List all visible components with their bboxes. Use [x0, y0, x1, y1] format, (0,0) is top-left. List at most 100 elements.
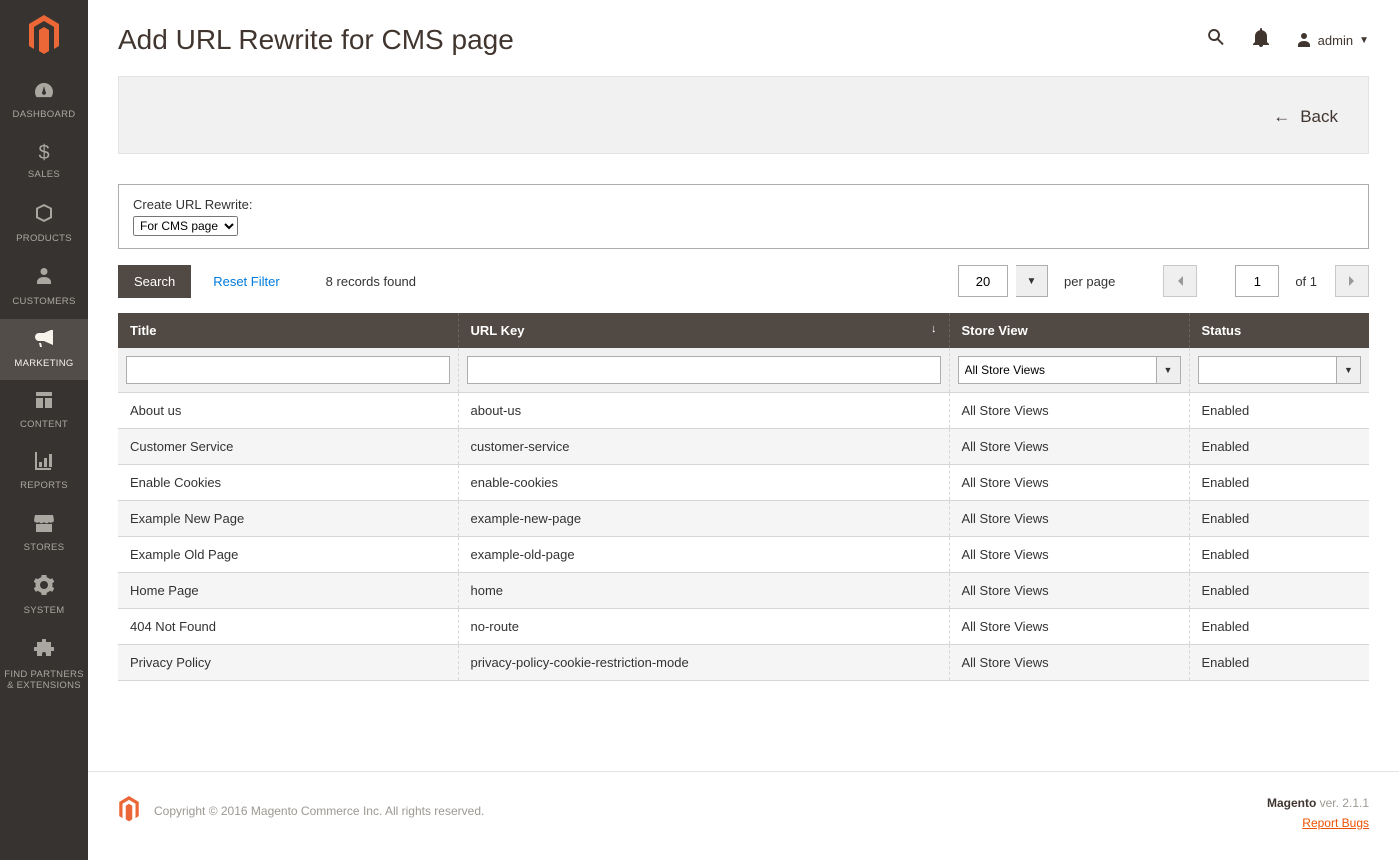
magento-logo-footer	[118, 796, 140, 825]
grid-toolbar: Search Reset Filter 8 records found ▼ pe…	[118, 263, 1369, 299]
table-row[interactable]: Home PagehomeAll Store ViewsEnabled	[118, 573, 1369, 609]
table-row[interactable]: Enable Cookiesenable-cookiesAll Store Vi…	[118, 465, 1369, 501]
caret-down-icon: ▼	[1157, 356, 1181, 384]
gear-icon	[34, 575, 54, 601]
cell-store-view: All Store Views	[949, 609, 1189, 645]
per-page-input[interactable]	[958, 265, 1008, 297]
nav-reports[interactable]: Reports	[0, 441, 88, 502]
chart-icon	[35, 452, 53, 476]
nav-label: Find Partners & Extensions	[4, 669, 84, 692]
layout-icon	[35, 391, 53, 415]
filter-title-input[interactable]	[126, 356, 450, 384]
nav-label: Reports	[20, 480, 68, 491]
cell-url-key: example-new-page	[458, 501, 949, 537]
cell-status: Enabled	[1189, 645, 1369, 681]
cell-status: Enabled	[1189, 573, 1369, 609]
cms-pages-grid: Title URL Key↓ Store View Status All Sto…	[118, 313, 1369, 681]
dollar-icon: $	[38, 142, 49, 165]
cell-status: Enabled	[1189, 393, 1369, 429]
cell-url-key: home	[458, 573, 949, 609]
store-icon	[34, 514, 54, 538]
cell-store-view: All Store Views	[949, 573, 1189, 609]
nav-stores[interactable]: Stores	[0, 503, 88, 564]
nav-customers[interactable]: Customers	[0, 255, 88, 318]
cell-store-view: All Store Views	[949, 537, 1189, 573]
box-icon	[34, 203, 54, 229]
filter-store-view-select[interactable]: All Store Views	[958, 356, 1157, 384]
cell-status: Enabled	[1189, 465, 1369, 501]
cell-status: Enabled	[1189, 429, 1369, 465]
per-page-dropdown[interactable]: ▼	[1016, 265, 1048, 297]
cell-url-key: about-us	[458, 393, 949, 429]
cell-store-view: All Store Views	[949, 501, 1189, 537]
arrow-left-icon: ←	[1273, 107, 1290, 127]
nav-label: Marketing	[14, 358, 73, 369]
cell-url-key: privacy-policy-cookie-restriction-mode	[458, 645, 949, 681]
cell-store-view: All Store Views	[949, 393, 1189, 429]
filter-row: All Store Views ▼ ▼	[118, 348, 1369, 393]
cell-status: Enabled	[1189, 537, 1369, 573]
sidebar: Dashboard $ Sales Products Customers Mar…	[0, 0, 88, 860]
cell-title: Example Old Page	[118, 537, 458, 573]
table-row[interactable]: 404 Not Foundno-routeAll Store ViewsEnab…	[118, 609, 1369, 645]
cell-url-key: no-route	[458, 609, 949, 645]
bell-icon[interactable]	[1252, 27, 1270, 53]
nav-label: Dashboard	[13, 109, 76, 120]
puzzle-icon	[34, 639, 54, 665]
back-button[interactable]: ← Back	[1273, 107, 1338, 127]
version-label: Magento	[1267, 796, 1316, 810]
cell-title: 404 Not Found	[118, 609, 458, 645]
records-found: 8 records found	[326, 274, 416, 289]
col-header-title[interactable]: Title	[118, 313, 458, 348]
nav-dashboard[interactable]: Dashboard	[0, 70, 88, 131]
reset-filter-link[interactable]: Reset Filter	[213, 274, 279, 289]
search-icon[interactable]	[1206, 27, 1226, 53]
nav-marketing[interactable]: Marketing	[0, 319, 88, 380]
cell-title: Home Page	[118, 573, 458, 609]
nav-label: System	[24, 605, 65, 616]
page-input[interactable]	[1235, 265, 1279, 297]
cell-status: Enabled	[1189, 501, 1369, 537]
nav-label: Stores	[24, 542, 65, 553]
table-row[interactable]: Privacy Policyprivacy-policy-cookie-rest…	[118, 645, 1369, 681]
nav-products[interactable]: Products	[0, 192, 88, 255]
table-row[interactable]: About usabout-usAll Store ViewsEnabled	[118, 393, 1369, 429]
nav-content[interactable]: Content	[0, 380, 88, 441]
nav-system[interactable]: System	[0, 564, 88, 627]
prev-page-button[interactable]	[1163, 265, 1197, 297]
create-url-rewrite-box: Create URL Rewrite: For CMS page	[118, 184, 1369, 249]
cell-title: Privacy Policy	[118, 645, 458, 681]
next-page-button[interactable]	[1335, 265, 1369, 297]
cell-title: Enable Cookies	[118, 465, 458, 501]
admin-user[interactable]: admin ▼	[1296, 32, 1369, 48]
table-row[interactable]: Example New Pageexample-new-pageAll Stor…	[118, 501, 1369, 537]
page-title: Add URL Rewrite for CMS page	[118, 24, 514, 56]
nav-sales[interactable]: $ Sales	[0, 131, 88, 191]
footer: Copyright © 2016 Magento Commerce Inc. A…	[88, 771, 1399, 860]
cell-url-key: example-old-page	[458, 537, 949, 573]
cell-url-key: enable-cookies	[458, 465, 949, 501]
copyright: Copyright © 2016 Magento Commerce Inc. A…	[154, 804, 484, 818]
col-header-store-view[interactable]: Store View	[949, 313, 1189, 348]
create-url-rewrite-select[interactable]: For CMS page	[133, 216, 238, 236]
sort-down-icon: ↓	[931, 323, 937, 335]
filter-status-select[interactable]	[1198, 356, 1338, 384]
table-row[interactable]: Customer Servicecustomer-serviceAll Stor…	[118, 429, 1369, 465]
cell-url-key: customer-service	[458, 429, 949, 465]
col-header-status[interactable]: Status	[1189, 313, 1369, 348]
table-row[interactable]: Example Old Pageexample-old-pageAll Stor…	[118, 537, 1369, 573]
filter-urlkey-input[interactable]	[467, 356, 941, 384]
dashboard-icon	[33, 81, 55, 105]
col-header-url-key[interactable]: URL Key↓	[458, 313, 949, 348]
nav-partners[interactable]: Find Partners & Extensions	[0, 628, 88, 703]
magento-logo[interactable]	[0, 0, 88, 70]
back-label: Back	[1300, 107, 1338, 127]
nav-label: Content	[20, 419, 68, 430]
caret-down-icon: ▼	[1359, 35, 1369, 46]
report-bugs-link[interactable]: Report Bugs	[1302, 816, 1369, 830]
cell-title: Customer Service	[118, 429, 458, 465]
caret-down-icon: ▼	[1337, 356, 1361, 384]
cell-status: Enabled	[1189, 609, 1369, 645]
megaphone-icon	[33, 330, 55, 354]
search-button[interactable]: Search	[118, 265, 191, 298]
